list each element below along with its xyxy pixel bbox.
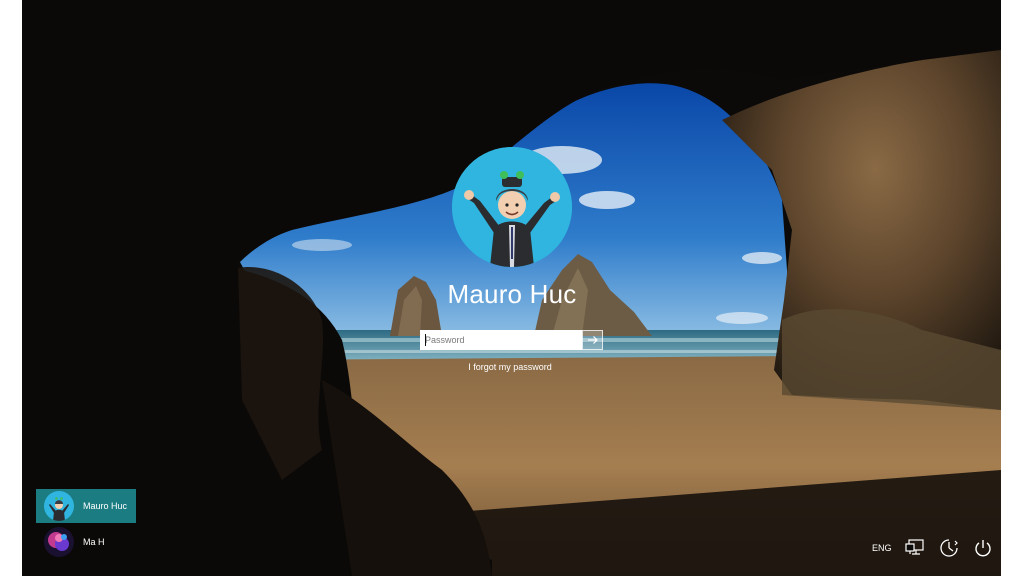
password-field-wrap — [420, 330, 582, 350]
arrow-right-icon — [587, 336, 598, 344]
user-avatar — [452, 147, 572, 267]
user-item-ma-h[interactable]: Ma H — [36, 525, 136, 559]
power-button[interactable] — [972, 537, 994, 559]
user-item-label: Mauro Huc — [83, 501, 128, 511]
user-name-title: Mauro Huc — [447, 279, 577, 309]
system-tray: ENG — [872, 537, 994, 559]
colorful-avatar-icon — [44, 527, 74, 557]
user-item-label: Ma H — [83, 537, 105, 547]
submit-button[interactable] — [582, 330, 603, 350]
cartoon-avatar-icon — [44, 491, 74, 521]
power-icon — [974, 540, 991, 557]
user-item-mauro-huc[interactable]: Mauro Huc — [36, 489, 136, 523]
lock-screen: Mauro Huc I forgot my password Mauro Huc… — [22, 0, 1001, 576]
user-switcher-list: Mauro Huc Ma H — [36, 489, 136, 561]
cartoon-avatar-icon — [452, 147, 572, 267]
password-input[interactable] — [420, 330, 582, 350]
forgot-password-link[interactable]: I forgot my password — [420, 362, 600, 372]
password-row — [420, 330, 603, 350]
ease-of-access-icon — [939, 539, 958, 557]
network-icon — [904, 539, 924, 555]
language-indicator[interactable]: ENG — [872, 543, 892, 553]
text-caret — [425, 334, 426, 346]
ease-of-access-button[interactable] — [938, 537, 960, 559]
network-button[interactable] — [904, 537, 926, 559]
login-panel: Mauro Huc — [422, 147, 602, 310]
